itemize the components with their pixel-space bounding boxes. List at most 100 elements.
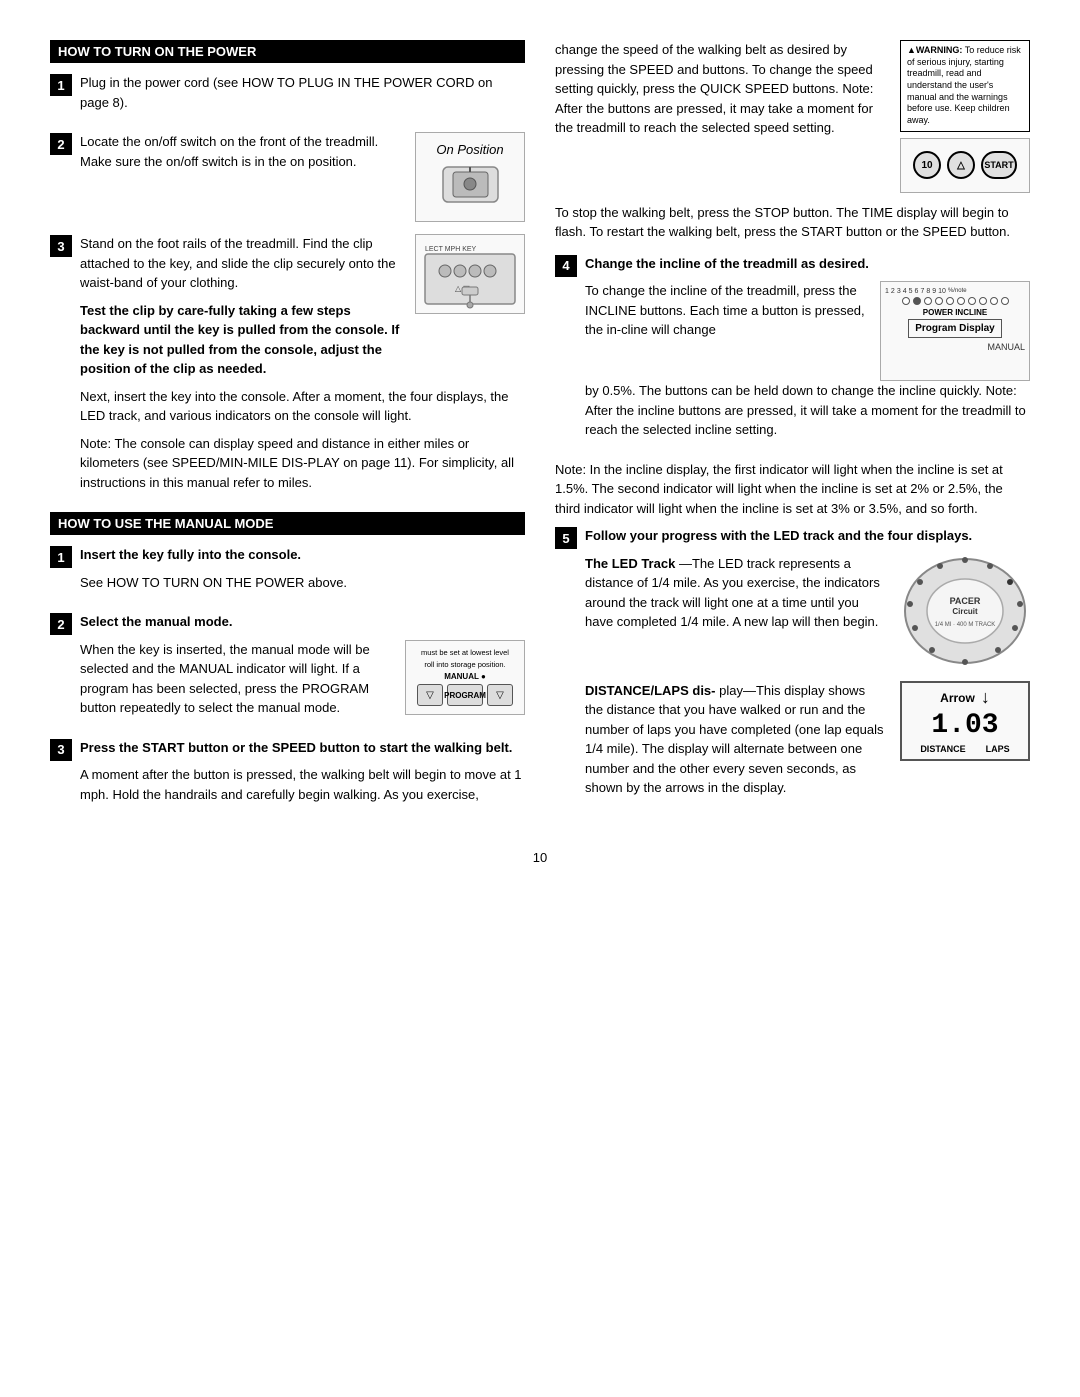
right-top-text: change the speed of the walking belt as …	[555, 40, 890, 193]
step5-block: 5 Follow your progress with the LED trac…	[555, 526, 1030, 818]
step2-power: 2 Locate the on/off switch on the front …	[50, 132, 525, 222]
svg-text:Circuit: Circuit	[952, 607, 978, 616]
step1m-content: Insert the key fully into the console. S…	[80, 545, 525, 600]
program-display-box: Program Display	[908, 319, 1001, 338]
right-column: change the speed of the walking belt as …	[555, 40, 1030, 830]
page-number: 10	[50, 850, 1030, 865]
step2-text: Locate the on/off switch on the front of…	[80, 132, 405, 171]
step3-content: Stand on the foot rails of the treadmill…	[80, 234, 525, 500]
note-incline: Note: In the incline display, the first …	[555, 460, 1030, 519]
page: HOW TO TURN ON THE POWER 1 Plug in the p…	[0, 0, 1080, 1397]
manual-top-text1: must be set at lowest level	[421, 648, 509, 657]
step1-text: Plug in the power cord (see HOW TO PLUG …	[80, 73, 525, 112]
program-btn: PROGRAM	[447, 684, 483, 706]
arrow-row: Arrow ↓	[940, 687, 990, 708]
key-diagram: LECT MPH KEY △ ▽ ○	[415, 234, 525, 314]
step2-content: Locate the on/off switch on the front of…	[80, 132, 525, 222]
start-btn: START	[981, 151, 1017, 179]
pacer-svg: PACER Circuit 1/4 MI · 400 M TRACK	[900, 554, 1030, 669]
arrow-label: Arrow	[940, 691, 975, 705]
step4-text: Change the incline of the treadmill as d…	[585, 254, 1030, 274]
distance-text-block: DISTANCE/LAPS dis- play—This display sho…	[585, 681, 886, 806]
speed-btn-10: 10	[913, 151, 941, 179]
step2m-detail: When the key is inserted, the manual mod…	[80, 640, 395, 718]
triangle-btn-right: ▽	[487, 684, 513, 706]
section-header-power: HOW TO TURN ON THE POWER	[50, 40, 525, 63]
manual-mode-diagram: must be set at lowest level roll into st…	[405, 640, 525, 715]
step3m-text: Press the START button or the SPEED butt…	[80, 738, 525, 758]
dot9	[990, 297, 998, 305]
continue-text: change the speed of the walking belt as …	[555, 40, 890, 138]
distance-text: play—This display shows the distance tha…	[585, 683, 883, 796]
dot5	[946, 297, 954, 305]
laps-label: LAPS	[986, 744, 1010, 754]
svg-text:LECT MPH KEY: LECT MPH KEY	[425, 246, 477, 253]
led-track-text-block: The LED Track —The LED track represents …	[585, 554, 888, 640]
step3m-detail: A moment after the button is pressed, th…	[80, 765, 525, 804]
incline-display: 12345678910 %/note	[880, 281, 1030, 381]
step1m-text: Insert the key fully into the console.	[80, 545, 525, 565]
warning-text: To reduce risk of serious injury, starti…	[907, 45, 1021, 125]
led-track-section: The LED Track —The LED track represents …	[585, 554, 1030, 669]
distance-number: 1.03	[931, 712, 998, 740]
led-track-paragraph: The LED Track —The LED track represents …	[585, 554, 888, 632]
step4-block: 4 Change the incline of the treadmill as…	[555, 254, 1030, 448]
step3m-number: 3	[50, 739, 72, 761]
step3-note: Note: The console can display speed and …	[80, 434, 525, 493]
step1-power: 1 Plug in the power cord (see HOW TO PLU…	[50, 73, 525, 120]
step4-content: Change the incline of the treadmill as d…	[585, 254, 1030, 448]
step1-manual: 1 Insert the key fully into the console.…	[50, 545, 525, 600]
distance-title: DISTANCE/LAPS dis-	[585, 683, 716, 698]
distance-label: DISTANCE	[920, 744, 965, 754]
step3-manual: 3 Press the START button or the SPEED bu…	[50, 738, 525, 813]
step1-content: Plug in the power cord (see HOW TO PLUG …	[80, 73, 525, 120]
step3-bold: Test the clip by care-fully taking a few…	[80, 301, 405, 379]
step5-content: Follow your progress with the LED track …	[585, 526, 1030, 818]
dot2	[913, 297, 921, 305]
svg-text:1/4 MI · 400 M TRACK: 1/4 MI · 400 M TRACK	[935, 622, 996, 628]
key-svg: LECT MPH KEY △ ▽ ○	[420, 239, 520, 309]
step3m-content: Press the START button or the SPEED butt…	[80, 738, 525, 813]
speed-buttons-diagram: 10 △ START	[900, 138, 1030, 193]
step2-number: 2	[50, 133, 72, 155]
stop-text: To stop the walking belt, press the STOP…	[555, 203, 1030, 242]
step4-inner: To change the incline of the treadmill, …	[585, 281, 1030, 381]
left-column: HOW TO TURN ON THE POWER 1 Plug in the p…	[50, 40, 525, 830]
step2m-content: Select the manual mode. When the key is …	[80, 612, 525, 726]
speed-btn-up: △	[947, 151, 975, 179]
step5-number: 5	[555, 527, 577, 549]
warning-box: ▲WARNING: To reduce risk of serious inju…	[900, 40, 1030, 132]
manual-buttons-row: ▽ PROGRAM ▽	[417, 684, 513, 706]
step2m-number: 2	[50, 613, 72, 635]
incline-power-label: POWER INCLINE	[923, 308, 987, 317]
step1-number: 1	[50, 74, 72, 96]
distance-display: Arrow ↓ 1.03 DISTANCE LAPS	[900, 681, 1030, 761]
incline-dots-row	[902, 297, 1009, 305]
step3-number: 3	[50, 235, 72, 257]
warning-title: ▲WARNING:	[907, 45, 962, 55]
manual-top-text2: roll into storage position.	[424, 660, 505, 669]
incline-numbers: 12345678910 %/note	[885, 288, 967, 295]
on-position-diagram: On Position	[415, 132, 525, 222]
pacer-diagram: PACER Circuit 1/4 MI · 400 M TRACK	[900, 554, 1030, 669]
step3-power: 3 Stand on the foot rails of the treadmi…	[50, 234, 525, 500]
led-track-title: The LED Track	[585, 556, 675, 571]
step1m-number: 1	[50, 546, 72, 568]
svg-text:PACER: PACER	[950, 596, 981, 606]
triangle-btn-left: ▽	[417, 684, 443, 706]
step4-detail1: To change the incline of the treadmill, …	[585, 281, 870, 340]
dot7	[968, 297, 976, 305]
section-header-manual: HOW TO USE THE MANUAL MODE	[50, 512, 525, 535]
step1m-subtext: See HOW TO TURN ON THE POWER above.	[80, 573, 525, 593]
dot3	[924, 297, 932, 305]
step5-text: Follow your progress with the LED track …	[585, 526, 1030, 546]
on-position-label: On Position	[436, 142, 503, 158]
step2m-text: Select the manual mode.	[80, 612, 525, 632]
dot1	[902, 297, 910, 305]
dot4	[935, 297, 943, 305]
step4-number: 4	[555, 255, 577, 277]
step2-manual: 2 Select the manual mode. When the key i…	[50, 612, 525, 726]
step3-text2: Next, insert the key into the console. A…	[80, 387, 525, 426]
incline-manual-label: MANUAL	[987, 342, 1025, 352]
manual-indicator: MANUAL ●	[444, 672, 486, 681]
